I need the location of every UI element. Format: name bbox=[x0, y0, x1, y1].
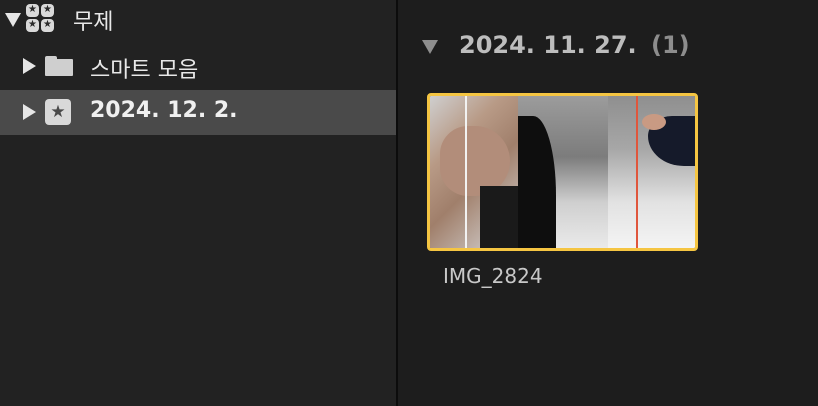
sidebar-item-label: 2024. 12. 2. bbox=[90, 98, 238, 123]
clip-thumbnail-frame bbox=[608, 96, 695, 248]
clip-browser: 2024. 11. 27. (1) IMG_2824 bbox=[398, 0, 818, 406]
event-star-icon bbox=[45, 99, 71, 125]
folder-icon bbox=[45, 56, 73, 76]
disclosure-expanded-icon[interactable] bbox=[5, 13, 21, 27]
sidebar-item-smart-collections[interactable]: 스마트 모음 bbox=[0, 44, 396, 89]
clip-filmstrip[interactable] bbox=[427, 93, 698, 251]
library-sidebar: 무제 스마트 모음 2024. 12. 2. bbox=[0, 0, 396, 406]
clip-thumbnail-frame bbox=[518, 96, 608, 248]
group-disclosure-icon[interactable] bbox=[422, 40, 438, 54]
playhead-line[interactable] bbox=[636, 96, 638, 248]
group-clip-count: (1) bbox=[651, 31, 690, 59]
clip-thumbnail-frame bbox=[430, 96, 518, 248]
library-name: 무제 bbox=[73, 10, 114, 35]
sidebar-item-label: 스마트 모음 bbox=[90, 58, 199, 83]
disclosure-collapsed-icon[interactable] bbox=[23, 104, 36, 120]
library-icon bbox=[26, 3, 56, 34]
sidebar-item-event[interactable]: 2024. 12. 2. bbox=[0, 90, 396, 135]
clip-name: IMG_2824 bbox=[443, 264, 543, 288]
disclosure-collapsed-icon[interactable] bbox=[23, 58, 36, 74]
skimmer-line bbox=[465, 96, 467, 248]
group-date-header: 2024. 11. 27. bbox=[459, 31, 637, 59]
library-row[interactable]: 무제 bbox=[0, 0, 396, 38]
